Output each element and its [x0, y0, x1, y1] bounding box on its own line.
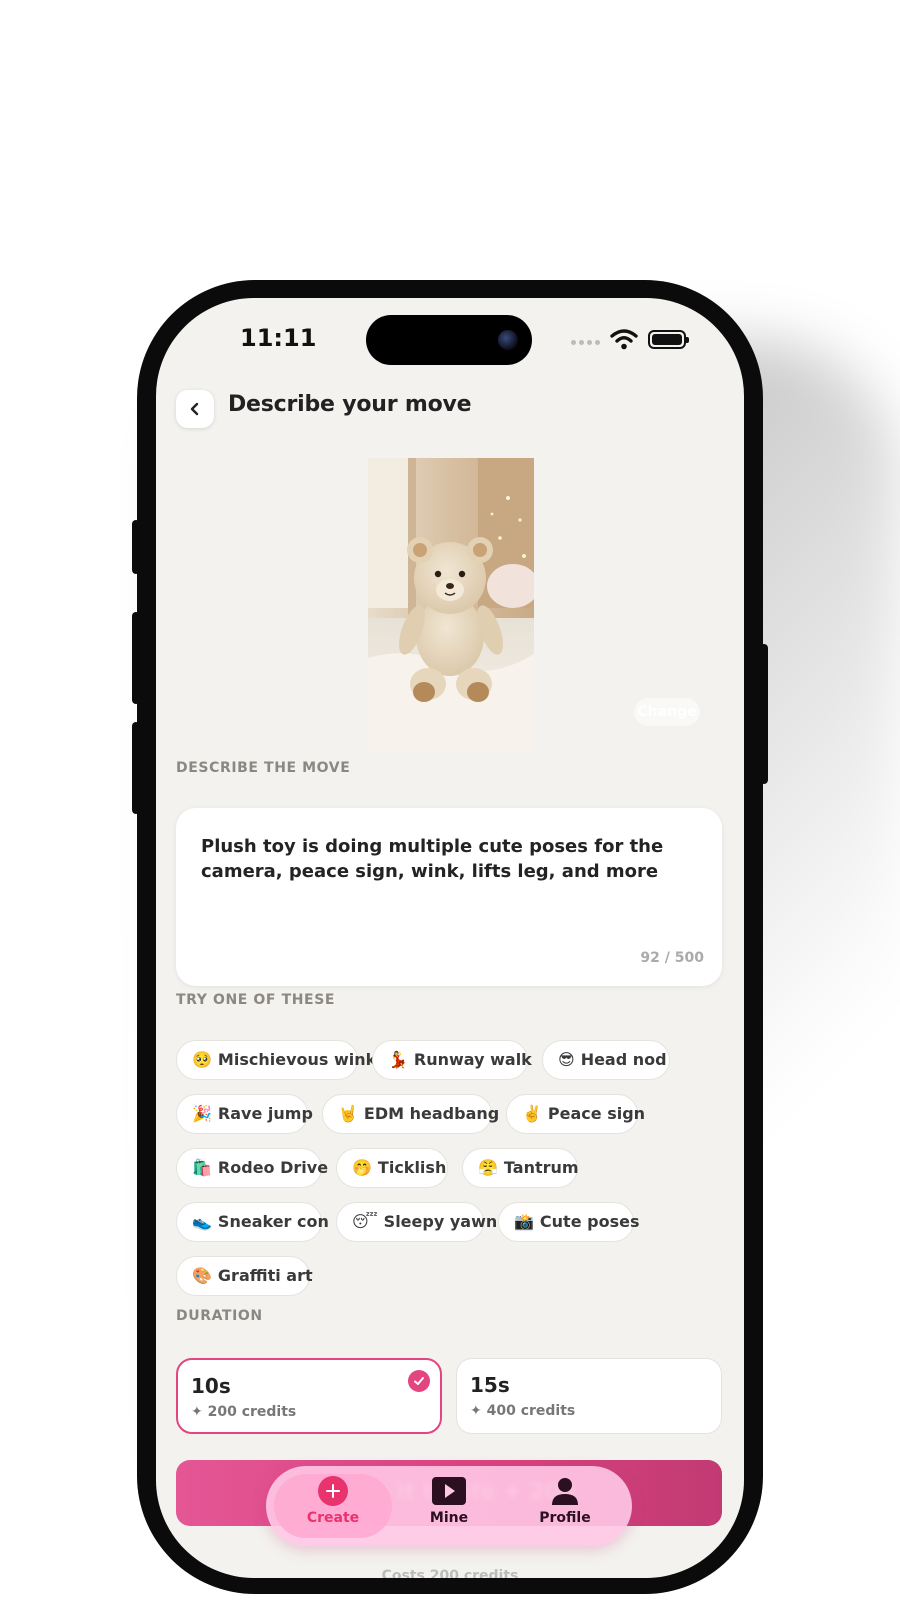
duration-label: 10s — [191, 1374, 231, 1398]
page-title: Describe your move — [228, 392, 472, 417]
suggestions-section-label: TRY ONE OF THESE — [176, 992, 336, 1008]
move-description-textarea[interactable]: Plush toy is doing multiple cute poses f… — [176, 808, 722, 986]
dynamic-island — [366, 315, 532, 365]
chip-emoji: 👟 — [192, 1212, 212, 1231]
chip-emoji: 😎 — [558, 1050, 575, 1069]
camera-icon — [498, 330, 518, 350]
chip-label: Sneaker con — [217, 1212, 329, 1231]
chip-emoji: 🤭 — [352, 1158, 372, 1177]
chip-label: EDM headbang — [363, 1104, 500, 1123]
chip-emoji: 😤 — [478, 1158, 498, 1177]
chip-label: Tantrum — [503, 1158, 579, 1177]
duration-option-10s[interactable]: 10s ✦ 200 credits — [176, 1358, 442, 1434]
chip-emoji: 🎨 — [192, 1266, 212, 1285]
chip-emoji: ✌️ — [522, 1104, 542, 1123]
chip-emoji: 📸 — [514, 1212, 534, 1231]
chip-label: Runway walk — [413, 1050, 532, 1069]
suggestion-chip[interactable]: 😴 Sleepy yawn — [336, 1202, 497, 1242]
suggestion-chip[interactable]: 🤭 Ticklish — [336, 1148, 448, 1188]
teddy-bear-photo — [368, 458, 534, 752]
wifi-icon — [610, 329, 638, 350]
tab-label: Mine — [429, 1510, 469, 1526]
describe-section-label: DESCRIBE THE MOVE — [176, 760, 351, 776]
tab-bar: Create Mine Profile — [266, 1466, 632, 1546]
suggestion-chip[interactable]: 👟 Sneaker con — [176, 1202, 329, 1242]
chip-label: Mischievous wink — [217, 1050, 377, 1069]
chip-label: Cute poses — [539, 1212, 640, 1231]
suggestion-chip[interactable]: 🥺 Mischievous wink — [176, 1040, 376, 1080]
chip-emoji: 💃 — [388, 1050, 408, 1069]
tab-profile[interactable]: Profile — [510, 1476, 620, 1526]
character-count: 92 / 500 — [640, 950, 704, 966]
chip-label: Peace sign — [547, 1104, 646, 1123]
person-icon — [552, 1478, 578, 1505]
suggestion-chip[interactable]: 💃 Runway walk — [372, 1040, 532, 1080]
chip-label: Ticklish — [377, 1158, 447, 1177]
action-button — [132, 520, 140, 574]
tab-create[interactable]: Create — [278, 1476, 388, 1526]
chip-label: Head nod — [580, 1050, 667, 1069]
tab-mine[interactable]: Mine — [394, 1476, 504, 1526]
status-time: 11:11 — [240, 324, 317, 352]
volume-up-button — [132, 612, 140, 704]
chip-label: Rodeo Drive — [217, 1158, 329, 1177]
suggestion-chip[interactable]: 🤘 EDM headbang — [322, 1094, 499, 1134]
chip-label: Rave jump — [217, 1104, 313, 1123]
chip-label: Sleepy yawn — [383, 1212, 498, 1231]
chip-emoji: 🛍️ — [192, 1158, 212, 1177]
chevron-left-icon — [190, 402, 199, 416]
tab-label: Profile — [539, 1510, 591, 1526]
battery-icon — [648, 330, 689, 349]
chip-emoji: 😴 — [352, 1212, 378, 1231]
duration-credits: ✦ 200 credits — [191, 1404, 297, 1420]
duration-label: 15s — [470, 1373, 510, 1397]
cost-footnote: Costs 200 credits — [381, 1568, 519, 1578]
back-button[interactable] — [176, 390, 214, 428]
suggestion-chip[interactable]: ✌️ Peace sign — [506, 1094, 645, 1134]
tab-label: Create — [306, 1510, 360, 1526]
duration-option-15s[interactable]: 15s ✦ 400 credits — [456, 1358, 722, 1434]
check-icon — [408, 1370, 430, 1392]
chip-emoji: 🥺 — [192, 1050, 212, 1069]
chip-emoji: 🎉 — [192, 1104, 212, 1123]
suggestion-chip[interactable]: 🎨 Graffiti art — [176, 1256, 313, 1296]
change-image-button[interactable]: Change — [634, 698, 700, 726]
suggestion-chip[interactable]: 📸 Cute poses — [498, 1202, 639, 1242]
suggestion-chip[interactable]: 🎉 Rave jump — [176, 1094, 313, 1134]
suggestion-chip[interactable]: 🛍️ Rodeo Drive — [176, 1148, 328, 1188]
volume-down-button — [132, 722, 140, 814]
chip-emoji: 🤘 — [338, 1104, 358, 1123]
suggestion-chip[interactable]: 😤 Tantrum — [462, 1148, 579, 1188]
duration-section-label: DURATION — [176, 1308, 263, 1324]
app-screen: 11:11 Describe your move Change DESCRIBE… — [156, 298, 744, 1578]
play-square-icon — [432, 1477, 466, 1505]
plus-circle-icon — [318, 1476, 348, 1506]
chip-label: Graffiti art — [217, 1266, 313, 1285]
duration-credits: ✦ 400 credits — [470, 1403, 576, 1419]
preview-image — [368, 458, 534, 752]
move-description-text: Plush toy is doing multiple cute poses f… — [201, 836, 664, 882]
cellular-signal-icon — [571, 340, 600, 345]
suggestion-chip[interactable]: 😎 Head nod — [542, 1040, 670, 1080]
power-button — [760, 644, 768, 784]
